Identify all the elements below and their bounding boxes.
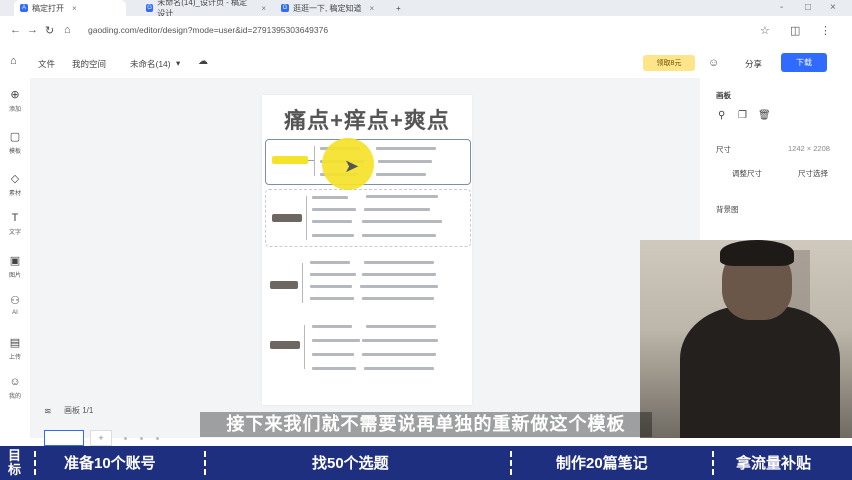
reload-icon[interactable]: ↻ — [45, 24, 54, 37]
sidebar-item-label: 上传 — [8, 355, 21, 361]
sidebar-item-mine[interactable]: ☺ 我的 — [0, 376, 30, 400]
panel-heading: 画板 — [716, 91, 731, 100]
sidebar-item-templates[interactable]: ▢ 模板 — [0, 130, 30, 155]
user-icon: ☺ — [9, 376, 21, 388]
close-window-button[interactable]: × — [830, 2, 836, 13]
add-artboard-button[interactable]: + — [90, 430, 112, 446]
my-workspace-link[interactable]: 我的空间 — [72, 58, 106, 70]
banner-target-label: 目标 — [8, 448, 22, 477]
address-bar: ← → ↻ ⌂ gaoding.com/editor/design?mode=u… — [0, 16, 852, 47]
sidebar-item-images[interactable]: ▣ 图片 — [0, 254, 30, 279]
editor-toolbar: ⌂ 文件 我的空间 未命名(14) ▾ ☁ — [0, 46, 852, 78]
forward-arrow-icon[interactable]: → — [27, 24, 38, 36]
tab-favicon-icon: A — [20, 4, 28, 12]
mindmap-branch-node[interactable] — [272, 214, 302, 222]
back-arrow-icon[interactable]: ← — [10, 24, 21, 36]
sidebar-item-label: 添加 — [8, 107, 21, 113]
sidebar-item-add[interactable]: ⊕ 添加 — [0, 88, 30, 113]
sidebar-item-label: 文字 — [8, 230, 21, 236]
menu-icon[interactable]: ⋮ — [820, 24, 831, 37]
adjust-size-button[interactable]: 调整尺寸 — [732, 168, 762, 179]
bookmark-icon[interactable]: ☆ — [760, 24, 770, 37]
sidebar-item-label: 模板 — [8, 149, 21, 155]
sidebar-item-text[interactable]: T 文字 — [0, 212, 30, 236]
banner-step-4: 拿流量补贴 — [736, 455, 812, 472]
image-icon: ▣ — [9, 255, 21, 267]
presenter-webcam — [640, 240, 852, 438]
ai-icon: ⚇ — [10, 295, 20, 307]
sidebar-item-elements[interactable]: ◇ 素材 — [0, 172, 30, 197]
sidebar-item-label: 我的 — [8, 394, 21, 400]
mindmap-branch-node[interactable] — [270, 341, 300, 349]
document-name[interactable]: 未命名(14) — [130, 58, 171, 70]
mouse-pointer-icon: ➤ — [344, 156, 360, 176]
browser-tab-3[interactable]: G 逛逛一下, 稿定知道 × — [275, 0, 385, 16]
left-sidebar: ⊕ 添加 ▢ 模板 ◇ 素材 T 文字 ▣ 图片 ⚇ AI ▤ 上传 ☺ 我的 — [0, 78, 31, 438]
pin-icon[interactable]: ⚲ — [718, 110, 725, 121]
banner-divider — [510, 451, 512, 475]
upload-icon: ▤ — [9, 337, 21, 349]
home-icon[interactable]: ⌂ — [10, 55, 17, 67]
extensions-icon[interactable]: ◫ — [790, 24, 800, 37]
template-icon: ▢ — [9, 131, 21, 143]
background-label: 背景图 — [716, 205, 739, 214]
sidebar-item-ai[interactable]: ⚇ AI — [0, 294, 30, 316]
shapes-icon: ◇ — [10, 173, 20, 185]
minimize-button[interactable]: - — [780, 2, 783, 13]
banner-step-1: 准备10个账号 — [64, 455, 156, 472]
url-field[interactable]: gaoding.com/editor/design?mode=user&id=2… — [88, 25, 328, 35]
banner-step-2: 找50个选题 — [312, 455, 389, 472]
sidebar-item-upload[interactable]: ▤ 上传 — [0, 336, 30, 361]
goal-banner: 目标 准备10个账号 找50个选题 制作20篇笔记 拿流量补贴 — [0, 446, 852, 480]
download-button[interactable]: 下载 — [781, 53, 827, 72]
emoji-feedback-icon[interactable]: ☺ — [708, 57, 719, 69]
delete-icon[interactable]: 🗑 — [758, 110, 771, 121]
close-tab-icon[interactable]: × — [369, 4, 374, 13]
close-tab-icon[interactable]: × — [72, 4, 77, 13]
chevron-down-icon[interactable]: ▾ — [176, 58, 180, 69]
sidebar-item-label: 素材 — [8, 191, 21, 197]
artboard-thumbnail[interactable] — [44, 430, 84, 446]
text-icon: T — [11, 212, 19, 224]
page-title[interactable]: 痛点+痒点+爽点 — [262, 103, 472, 135]
browser-tab-1[interactable]: A 稿定打开 × — [14, 0, 126, 16]
banner-divider — [712, 451, 714, 475]
artboard-pager[interactable]: 画板 1/1 — [64, 405, 93, 416]
banner-step-3: 制作20篇笔记 — [556, 455, 648, 472]
plus-circle-icon: ⊕ — [10, 89, 20, 101]
custom-size-button[interactable]: 尺寸选择 — [798, 168, 828, 179]
mindmap-root-node[interactable] — [272, 156, 308, 164]
video-subtitle: 接下来我们就不需要说再单独的重新做这个模板 — [200, 412, 652, 437]
layers-icon[interactable]: ≋ — [44, 406, 52, 417]
banner-divider — [204, 451, 206, 475]
new-tab-button[interactable]: + — [390, 0, 410, 16]
cloud-sync-icon: ☁ — [198, 56, 208, 67]
share-button[interactable]: 分享 — [745, 58, 762, 70]
copy-icon[interactable]: ❐ — [738, 110, 747, 121]
browser-tab-2[interactable]: G 未命名(14)_设计页 - 稿定设计 × — [140, 0, 272, 18]
size-label: 尺寸 — [716, 145, 731, 154]
plus-icon: + — [396, 3, 401, 13]
file-menu[interactable]: 文件 — [38, 58, 55, 70]
tab-label: 稿定打开 — [32, 3, 64, 13]
sidebar-item-label: 图片 — [8, 273, 21, 279]
browser-tab-strip: A 稿定打开 × G 未命名(14)_设计页 - 稿定设计 × G 逛逛一下, … — [0, 0, 852, 18]
tab-favicon-icon: G — [146, 4, 154, 12]
vip-coupon-button[interactable]: 领取8元 — [643, 55, 695, 71]
tab-favicon-icon: G — [281, 4, 289, 12]
size-value: 1242 × 2208 — [788, 144, 830, 153]
sidebar-item-label: AI — [12, 310, 18, 316]
mindmap-branch-node[interactable] — [270, 281, 298, 289]
tab-label: 逛逛一下, 稿定知道 — [293, 3, 362, 13]
home-icon[interactable]: ⌂ — [64, 24, 71, 36]
close-tab-icon[interactable]: × — [261, 4, 266, 13]
artboard[interactable]: 痛点+痒点+爽点 — [262, 95, 472, 405]
banner-divider — [34, 451, 36, 475]
maximize-button[interactable]: □ — [805, 2, 811, 13]
mindmap-section-2[interactable] — [265, 189, 471, 247]
